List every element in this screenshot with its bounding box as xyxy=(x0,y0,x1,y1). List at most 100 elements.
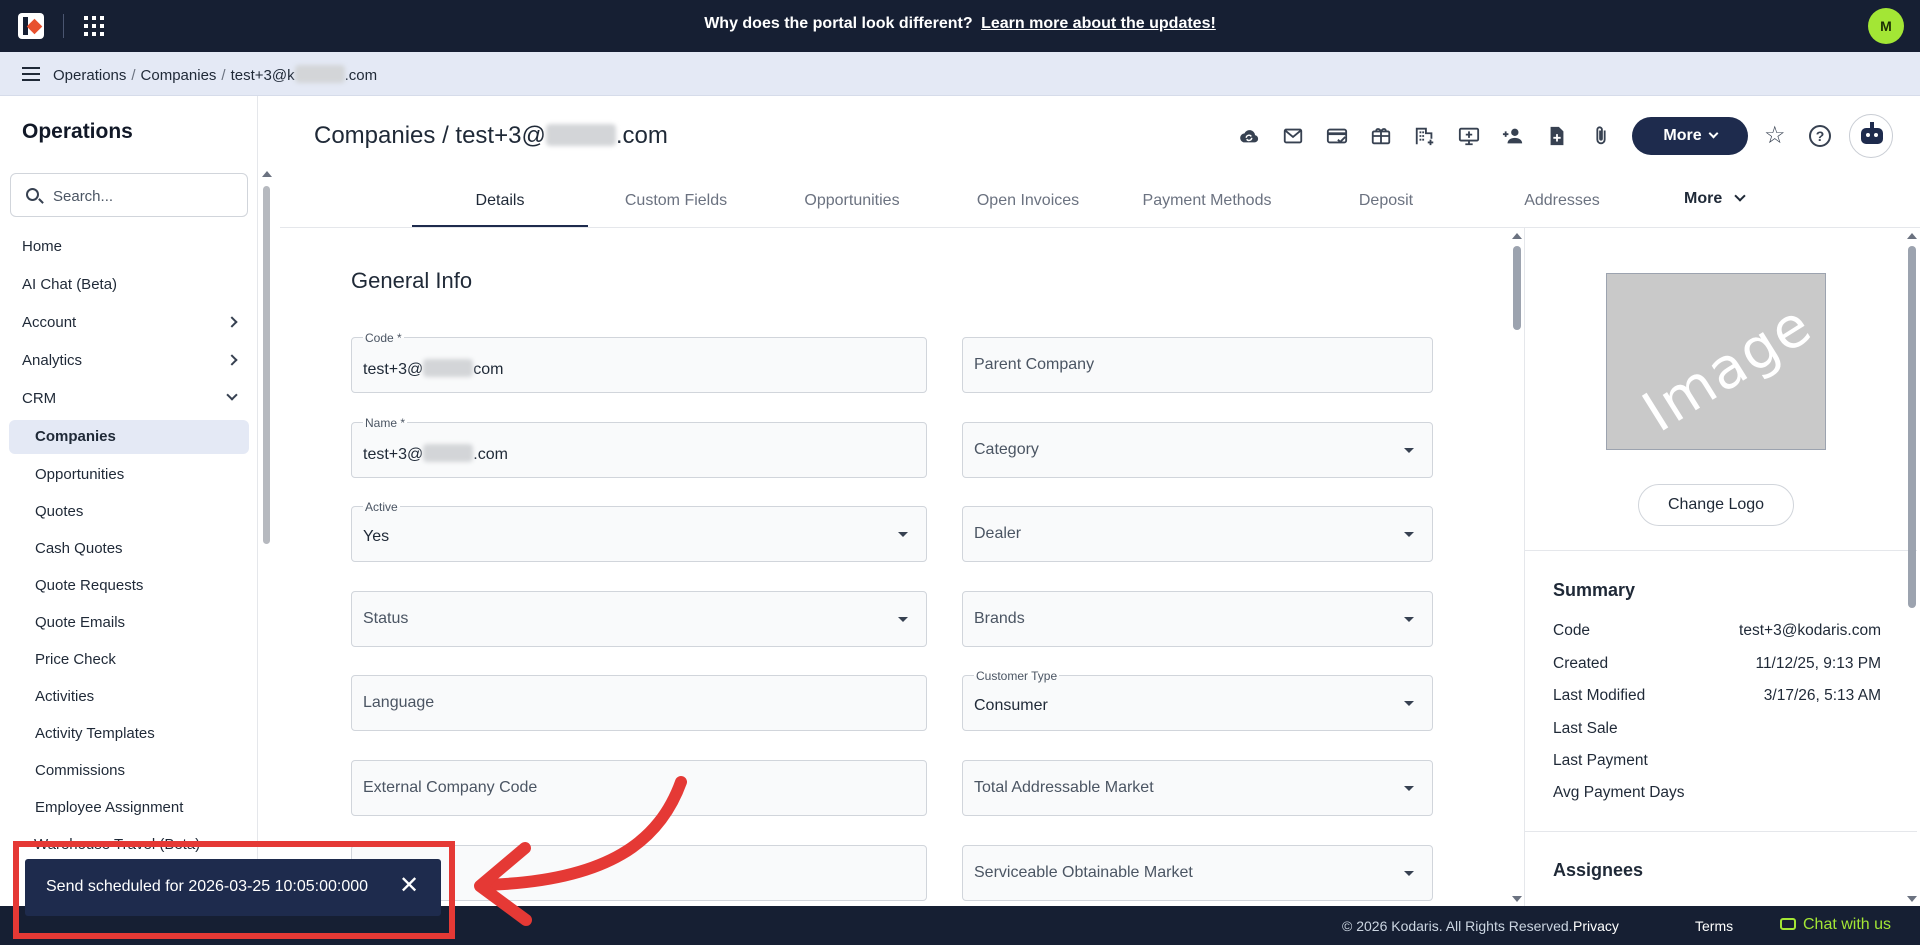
star-icon[interactable]: ☆ xyxy=(1764,122,1786,150)
gift-card-icon[interactable] xyxy=(1366,122,1396,150)
more-actions-button[interactable]: More xyxy=(1632,117,1748,155)
side-panel-scrollbar[interactable] xyxy=(1908,246,1916,608)
serviceable-obtainable-market-select[interactable]: Serviceable Obtainable Market xyxy=(962,845,1433,901)
name-field[interactable]: Name * test+3@ .com xyxy=(351,416,927,478)
sidebar-item-label: Companies xyxy=(35,428,116,445)
chat-with-us-button[interactable]: Chat with us xyxy=(1780,916,1891,934)
change-logo-button[interactable]: Change Logo xyxy=(1638,484,1794,526)
sidebar-item-label: Commissions xyxy=(35,762,126,779)
field-value: Consumer xyxy=(974,697,1048,714)
dropdown-arrow-icon xyxy=(898,532,908,537)
tab-open-invoices[interactable]: Open Invoices xyxy=(940,186,1116,228)
search-input[interactable] xyxy=(53,184,233,208)
copyright: © 2026 Kodaris. All Rights Reserved. xyxy=(1342,918,1573,934)
breadcrumb-current: test+3@k xyxy=(230,67,295,84)
redacted-text xyxy=(423,359,474,377)
sidebar-item-quotes[interactable]: Quotes xyxy=(0,493,257,530)
sidebar-item-analytics[interactable]: Analytics xyxy=(0,342,257,380)
company-logo-placeholder: Image xyxy=(1606,273,1826,450)
chevron-right-icon xyxy=(226,354,238,366)
tab-opportunities[interactable]: Opportunities xyxy=(764,186,940,228)
scroll-down-arrow-icon[interactable] xyxy=(1512,896,1522,902)
summary-value: test+3@kodaris.com xyxy=(1739,622,1881,639)
help-icon[interactable]: ? xyxy=(1809,125,1831,147)
scroll-up-arrow-icon[interactable] xyxy=(262,171,272,177)
email-icon[interactable] xyxy=(1278,122,1308,150)
privacy-link[interactable]: Privacy xyxy=(1573,918,1619,934)
chevron-down-icon xyxy=(226,389,238,401)
dropdown-arrow-icon xyxy=(1404,448,1414,453)
field-label: Active xyxy=(363,500,400,514)
scroll-down-arrow-icon[interactable] xyxy=(1907,896,1917,902)
field-placeholder: Dealer xyxy=(974,525,1022,542)
sidebar-search[interactable] xyxy=(10,173,248,217)
dropdown-arrow-icon xyxy=(898,617,908,622)
scroll-up-arrow-icon[interactable] xyxy=(1907,233,1917,239)
total-addressable-market-select[interactable]: Total Addressable Market xyxy=(962,760,1433,816)
sidebar-item-quote-requests[interactable]: Quote Requests xyxy=(0,567,257,604)
assignees-title: Assignees xyxy=(1553,860,1644,880)
dropdown-arrow-icon xyxy=(1404,701,1414,706)
code-field[interactable]: Code * test+3@ com xyxy=(351,331,927,393)
tab-custom-fields[interactable]: Custom Fields xyxy=(588,186,764,228)
sidebar-item-account[interactable]: Account xyxy=(0,304,257,342)
customer-type-select[interactable]: Customer Type Consumer xyxy=(962,669,1433,731)
status-select[interactable]: Status xyxy=(351,591,927,647)
tab-payment-methods[interactable]: Payment Methods xyxy=(1116,186,1298,228)
language-field[interactable]: Language xyxy=(351,675,927,731)
category-select[interactable]: Category xyxy=(962,422,1433,478)
chevron-down-icon xyxy=(1708,128,1719,139)
breadcrumb-companies[interactable]: Companies xyxy=(141,67,217,84)
sidebar-item-price-check[interactable]: Price Check xyxy=(0,641,257,678)
file-add-icon[interactable] xyxy=(1542,122,1572,150)
tab-addresses[interactable]: Addresses xyxy=(1474,186,1650,228)
paperclip-icon[interactable] xyxy=(1586,122,1616,150)
active-select[interactable]: Active Yes xyxy=(351,500,927,562)
hamburger-menu-icon[interactable] xyxy=(22,67,40,81)
sidebar-scrollbar[interactable] xyxy=(263,186,270,544)
sidebar-item-label: Activity Templates xyxy=(35,725,155,742)
summary-label: Last Sale xyxy=(1553,720,1618,737)
redacted-text xyxy=(294,65,345,83)
building-add-icon[interactable] xyxy=(1410,122,1440,150)
announcement-link[interactable]: Learn more about the updates! xyxy=(981,15,1216,32)
sidebar-item-opportunities[interactable]: Opportunities xyxy=(0,456,257,493)
parent-company-field[interactable]: Parent Company xyxy=(962,337,1433,393)
person-add-icon[interactable] xyxy=(1498,122,1528,150)
cloud-sync-icon[interactable] xyxy=(1234,122,1264,150)
avatar[interactable]: M xyxy=(1868,8,1904,44)
breadcrumb-operations[interactable]: Operations xyxy=(53,67,126,84)
main-scrollbar[interactable] xyxy=(1513,246,1521,330)
sidebar-item-ai-chat[interactable]: AI Chat (Beta) xyxy=(0,266,257,304)
tab-deposit[interactable]: Deposit xyxy=(1298,186,1474,228)
announcement: Why does the portal look different? Lear… xyxy=(0,15,1920,33)
summary-label: Last Payment xyxy=(1553,752,1648,769)
sidebar-item-cash-quotes[interactable]: Cash Quotes xyxy=(0,530,257,567)
sidebar-item-commissions[interactable]: Commissions xyxy=(0,752,257,789)
summary-label: Created xyxy=(1553,655,1609,672)
sidebar-item-activity-templates[interactable]: Activity Templates xyxy=(0,715,257,752)
assistant-bot-button[interactable] xyxy=(1849,114,1893,158)
tab-more[interactable]: More xyxy=(1684,190,1746,208)
sidebar: Operations Home AI Chat (Beta) Account A… xyxy=(0,96,258,906)
sidebar-item-activities[interactable]: Activities xyxy=(0,678,257,715)
sidebar-item-companies[interactable]: Companies xyxy=(9,420,249,454)
tab-details[interactable]: Details xyxy=(412,186,588,228)
page-title: Companies / test+3@ .com xyxy=(314,122,668,150)
sidebar-item-crm[interactable]: CRM xyxy=(0,380,257,418)
scroll-up-arrow-icon[interactable] xyxy=(1512,233,1522,239)
sidebar-item-home[interactable]: Home xyxy=(0,228,257,266)
dealer-select[interactable]: Dealer xyxy=(962,506,1433,562)
details-side-panel: Image Change Logo Summary Code test+3@kod… xyxy=(1524,228,1920,906)
terms-link[interactable]: Terms xyxy=(1695,918,1733,934)
sidebar-item-label: CRM xyxy=(22,390,57,407)
sidebar-item-label: AI Chat (Beta) xyxy=(22,276,118,293)
tab-more-label: More xyxy=(1684,190,1723,207)
page-title-prefix: Companies / test+3@ xyxy=(314,122,546,149)
sidebar-item-quote-emails[interactable]: Quote Emails xyxy=(0,604,257,641)
monitor-add-icon[interactable] xyxy=(1454,122,1484,150)
brands-select[interactable]: Brands xyxy=(962,591,1433,647)
credit-card-check-icon[interactable] xyxy=(1322,122,1352,150)
field-placeholder: Status xyxy=(363,610,409,627)
sidebar-item-employee-assignment[interactable]: Employee Assignment xyxy=(0,789,257,826)
